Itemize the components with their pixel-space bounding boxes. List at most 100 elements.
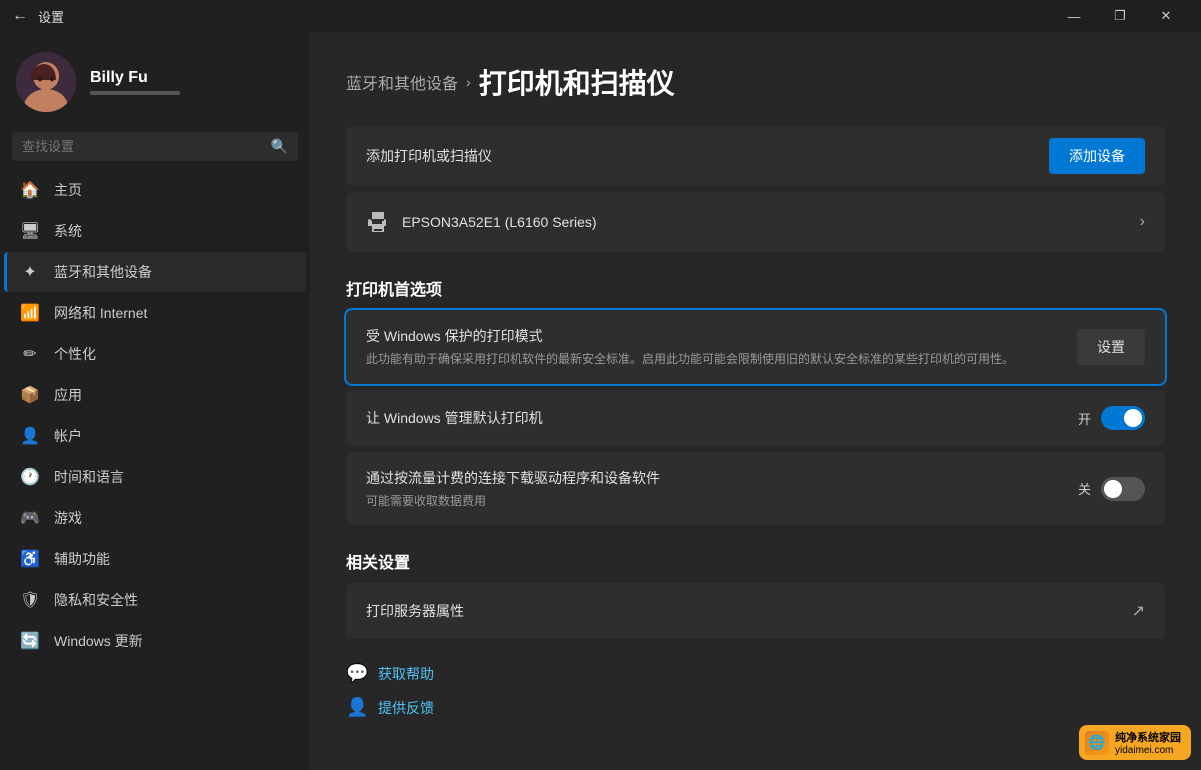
watermark-text: 纯净系统家园 [1115, 729, 1181, 745]
sidebar: Billy Fu 🔍 🏠 主页 🖥 系统 ✦ 蓝牙和其他设备 [0, 32, 310, 770]
breadcrumb-parent[interactable]: 蓝牙和其他设备 [346, 70, 458, 94]
feedback-link[interactable]: 👤 提供反馈 [346, 697, 1165, 719]
add-printer-row: 添加打印机或扫描仪 添加设备 [346, 126, 1165, 186]
gaming-icon: 🎮 [20, 508, 40, 528]
metered-connection-label-area: 通过按流量计费的连接下载驱动程序和设备软件 可能需要收取数据费用 [366, 468, 660, 509]
app-body: Billy Fu 🔍 🏠 主页 🖥 系统 ✦ 蓝牙和其他设备 [0, 32, 1201, 770]
manage-default-toggle[interactable] [1101, 406, 1145, 430]
sidebar-item-accessibility[interactable]: ♿ 辅助功能 [4, 539, 306, 579]
search-box[interactable]: 🔍 [12, 132, 298, 161]
chevron-right-icon: › [1140, 213, 1145, 231]
user-name: Billy Fu [90, 69, 180, 87]
user-info: Billy Fu [90, 69, 180, 95]
accounts-icon: 👤 [20, 426, 40, 446]
printer-label: EPSON3A52E1 (L6160 Series) [366, 210, 597, 234]
protected-print-card: 受 Windows 保护的打印模式 此功能有助于确保采用打印机软件的最新安全标准… [346, 310, 1165, 384]
protected-print-desc: 此功能有助于确保采用打印机软件的最新安全标准。启用此功能可能会限制使用旧的默认安… [366, 350, 1057, 368]
sidebar-item-privacy[interactable]: 🛡 隐私和安全性 [4, 580, 306, 620]
sidebar-item-personalization-label: 个性化 [54, 344, 96, 364]
bluetooth-icon: ✦ [20, 262, 40, 282]
sidebar-item-accounts[interactable]: 👤 帐户 [4, 416, 306, 456]
related-settings-heading: 相关设置 [346, 549, 1165, 573]
sidebar-item-update[interactable]: 🔄 Windows 更新 [4, 621, 306, 661]
metered-connection-toggle-area: 关 [1078, 477, 1145, 501]
help-label: 获取帮助 [378, 664, 434, 684]
external-link-icon: ↗ [1132, 601, 1145, 621]
help-icon: 💬 [346, 663, 368, 685]
metered-connection-subtitle: 可能需要收取数据费用 [366, 492, 660, 509]
back-button[interactable]: ← [12, 7, 28, 25]
time-icon: 🕐 [20, 467, 40, 487]
manage-default-toggle-area: 开 [1078, 406, 1145, 430]
user-section: Billy Fu [0, 32, 310, 132]
apps-icon: 📦 [20, 385, 40, 405]
main-content: 蓝牙和其他设备 › 打印机和扫描仪 添加打印机或扫描仪 添加设备 EPSON3A… [310, 32, 1201, 770]
protected-print-settings-button[interactable]: 设置 [1077, 329, 1145, 365]
network-icon: 📶 [20, 303, 40, 323]
app-title: 设置 [38, 7, 64, 26]
add-device-button[interactable]: 添加设备 [1049, 138, 1145, 174]
user-bar [90, 91, 180, 95]
breadcrumb-current: 打印机和扫描仪 [479, 62, 675, 102]
protected-print-title: 受 Windows 保护的打印模式 [366, 326, 1057, 346]
maximize-button[interactable]: ❐ [1097, 0, 1143, 32]
sidebar-item-bluetooth[interactable]: ✦ 蓝牙和其他设备 [4, 252, 306, 292]
toggle-knob [1124, 409, 1142, 427]
titlebar: ← 设置 — ❐ ✕ [0, 0, 1201, 32]
sidebar-item-system[interactable]: 🖥 系统 [4, 211, 306, 251]
sidebar-item-accessibility-label: 辅助功能 [54, 549, 110, 569]
footer-links: 💬 获取帮助 👤 提供反馈 [346, 663, 1165, 719]
sidebar-item-privacy-label: 隐私和安全性 [54, 590, 138, 610]
help-link[interactable]: 💬 获取帮助 [346, 663, 1165, 685]
watermark-logo: 🌐 [1085, 731, 1109, 755]
sidebar-item-home[interactable]: 🏠 主页 [4, 170, 306, 210]
sidebar-item-time[interactable]: 🕐 时间和语言 [4, 457, 306, 497]
metered-connection-row: 通过按流量计费的连接下载驱动程序和设备软件 可能需要收取数据费用 关 [346, 452, 1165, 525]
metered-connection-toggle[interactable] [1101, 477, 1145, 501]
sidebar-item-update-label: Windows 更新 [54, 631, 143, 651]
sidebar-item-home-label: 主页 [54, 180, 82, 200]
feedback-label: 提供反馈 [378, 698, 434, 718]
system-icon: 🖥 [20, 221, 40, 241]
printer-row[interactable]: EPSON3A52E1 (L6160 Series) › [346, 192, 1165, 252]
sidebar-item-network[interactable]: 📶 网络和 Internet [4, 293, 306, 333]
watermark-sub: yidaimei.com [1115, 745, 1181, 756]
close-button[interactable]: ✕ [1143, 0, 1189, 32]
manage-default-row: 让 Windows 管理默认打印机 开 [346, 390, 1165, 446]
sidebar-item-personalization[interactable]: ✏ 个性化 [4, 334, 306, 374]
breadcrumb-separator: › [466, 74, 471, 90]
watermark: 🌐 纯净系统家园 yidaimei.com [1079, 725, 1191, 760]
print-server-label: 打印服务器属性 [366, 601, 464, 621]
printer-options-heading: 打印机首选项 [346, 276, 1165, 300]
sidebar-item-gaming[interactable]: 🎮 游戏 [4, 498, 306, 538]
search-icon: 🔍 [271, 138, 288, 155]
search-input[interactable] [22, 139, 263, 154]
minimize-button[interactable]: — [1051, 0, 1097, 32]
sidebar-item-system-label: 系统 [54, 221, 82, 241]
avatar [16, 52, 76, 112]
metered-connection-state: 关 [1078, 479, 1091, 498]
sidebar-item-bluetooth-label: 蓝牙和其他设备 [54, 262, 152, 282]
manage-default-title: 让 Windows 管理默认打印机 [366, 408, 543, 428]
print-server-row[interactable]: 打印服务器属性 ↗ [346, 583, 1165, 639]
sidebar-item-network-label: 网络和 Internet [54, 303, 147, 323]
update-icon: 🔄 [20, 631, 40, 651]
printer-icon [366, 210, 390, 234]
sidebar-item-apps[interactable]: 📦 应用 [4, 375, 306, 415]
metered-connection-title: 通过按流量计费的连接下载驱动程序和设备软件 [366, 468, 660, 488]
printer-name: EPSON3A52E1 (L6160 Series) [402, 214, 597, 230]
breadcrumb: 蓝牙和其他设备 › 打印机和扫描仪 [346, 62, 1165, 102]
accessibility-icon: ♿ [20, 549, 40, 569]
sidebar-item-accounts-label: 帐户 [54, 426, 82, 446]
privacy-icon: 🛡 [20, 590, 40, 610]
manage-default-label-area: 让 Windows 管理默认打印机 [366, 408, 543, 428]
protected-print-text: 受 Windows 保护的打印模式 此功能有助于确保采用打印机软件的最新安全标准… [366, 326, 1057, 368]
manage-default-state: 开 [1078, 409, 1091, 428]
sidebar-item-apps-label: 应用 [54, 385, 82, 405]
window-controls: — ❐ ✕ [1051, 0, 1189, 32]
personalization-icon: ✏ [20, 344, 40, 364]
sidebar-item-gaming-label: 游戏 [54, 508, 82, 528]
toggle-knob-off [1104, 480, 1122, 498]
add-printer-label: 添加打印机或扫描仪 [366, 146, 492, 166]
nav-menu: 🏠 主页 🖥 系统 ✦ 蓝牙和其他设备 📶 网络和 Internet ✏ 个性化… [0, 169, 310, 662]
